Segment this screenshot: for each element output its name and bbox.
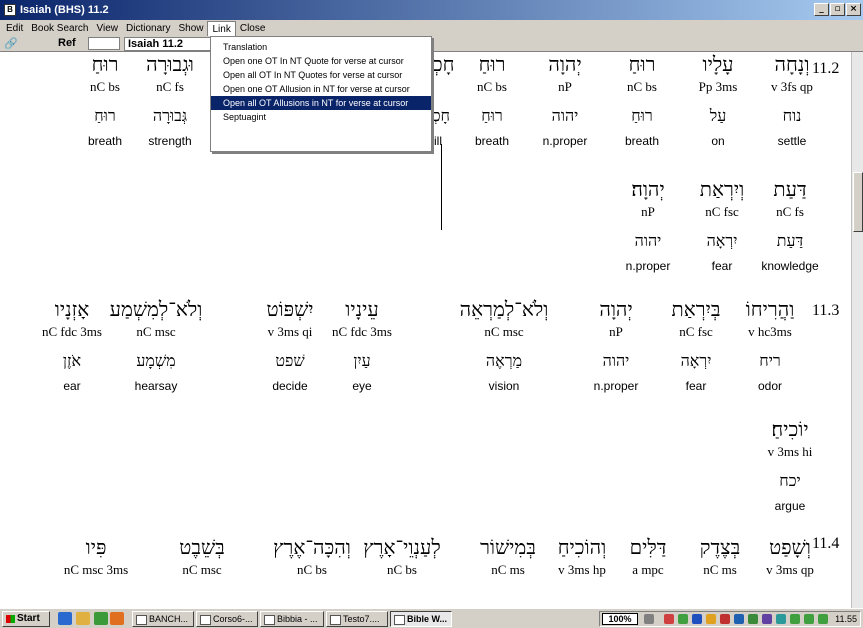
token-gloss[interactable]: breath [55,134,155,148]
menu-bar: Edit Book Search View Dictionary Show Li… [0,20,863,36]
dropdown-item-open-one-quote[interactable]: Open one OT In NT Quote for verse at cur… [211,54,431,68]
task-banch[interactable]: BANCH... [132,611,194,627]
token-morph[interactable]: nC ms [458,562,558,578]
token-heb[interactable]: אָזְנָיו [22,297,122,322]
token-lemma[interactable]: יהוה [566,351,666,371]
token-morph[interactable]: v 3ms hi [740,444,840,460]
token-heb[interactable]: בְּמִישׁוֹר [458,535,558,560]
token-morph[interactable]: nP [598,204,698,220]
link-icon[interactable]: 🔗 [4,37,18,50]
link-menu-dropdown: Translation Open one OT In NT Quote for … [210,36,432,152]
token-morph[interactable]: nC bs [262,562,362,578]
token-heb[interactable]: יוֹכִיחַ׃ [740,417,840,442]
token-gloss[interactable]: ear [22,379,122,393]
menu-edit[interactable]: Edit [2,21,27,36]
token-heb[interactable]: וְהִכָּה־אֶרֶץ [262,535,362,560]
token-gloss[interactable]: argue [740,499,840,513]
vertical-scrollbar[interactable] [851,52,863,608]
token-heb[interactable]: רוּחַ [55,52,155,77]
clock: 11.55 [835,614,857,624]
task-bible-works[interactable]: Bible W... [390,611,452,627]
media-icon[interactable] [110,612,124,625]
token-heb[interactable]: יְהוָה׃ [598,177,698,202]
menu-close[interactable]: Close [236,21,270,36]
token-lemma[interactable]: יהוה [598,231,698,251]
token-gloss[interactable]: vision [454,379,554,393]
token-lemma[interactable]: שׁפט [240,351,340,371]
tray-app-icon-6[interactable] [734,614,744,624]
menu-view[interactable]: View [93,21,123,36]
dropdown-item-open-one-allusion[interactable]: Open one OT Allusion in NT for verse at … [211,82,431,96]
tray-app-icon-8[interactable] [762,614,772,624]
tray-app-icon-12[interactable] [818,614,828,624]
token-gloss[interactable]: n.proper [598,259,698,273]
window-title: Isaiah (BHS) 11.2 [20,4,109,16]
token-heb[interactable]: בְּשֵׁבֶט [152,535,252,560]
ie-icon[interactable] [58,612,72,625]
dropdown-item-translation[interactable]: Translation [211,40,431,54]
network-icon[interactable] [644,614,654,624]
tray-app-icon-5[interactable] [720,614,730,624]
token-morph[interactable]: nC fdc 3ms [22,324,122,340]
dropdown-item-septuagint[interactable]: Septuagint [211,110,431,124]
ref-version-box[interactable] [88,37,120,50]
bible-works-window: B Isaiah (BHS) 11.2 _ ▫ × Edit Book Sear… [0,0,863,628]
tray-app-icon-4[interactable] [706,614,716,624]
token-morph[interactable]: nP [566,324,666,340]
token-heb[interactable]: לְעַנְוֵי־אָרֶץ [352,535,452,560]
token-lemma[interactable]: אֹזֶן [22,351,122,371]
token-morph[interactable]: v 3ms qi [240,324,340,340]
title-bar[interactable]: B Isaiah (BHS) 11.2 _ ▫ × [0,0,863,20]
token-gloss[interactable]: n.proper [566,379,666,393]
start-button[interactable]: Start [2,611,50,627]
token-heb[interactable]: יְהוָה [566,297,666,322]
app-icon: B [4,4,16,16]
tray-app-icon-2[interactable] [678,614,688,624]
reference-input[interactable]: Isaiah 11.2 [124,37,220,51]
token-lemma[interactable]: רוּחַ [55,106,155,126]
dropdown-item-open-all-quotes[interactable]: Open all OT In NT Quotes for verse at cu… [211,68,431,82]
menu-dictionary[interactable]: Dictionary [122,21,174,36]
token-morph[interactable]: nC msc [454,324,554,340]
token-lemma[interactable]: יכח [740,471,840,491]
token-morph[interactable]: nC bs [55,79,155,95]
ref-label: Ref [58,37,76,49]
task-corso6[interactable]: Corso6-... [196,611,258,627]
menu-link[interactable]: Link [207,20,236,36]
zoom-level[interactable]: 100% [602,613,638,625]
minimize-button[interactable]: _ [814,3,829,16]
token-heb[interactable]: יִשְׁפּוֹט [240,297,340,322]
tray-app-icon-1[interactable] [664,614,674,624]
token-morph[interactable]: nC bs [442,79,542,95]
tray-app-icon-10[interactable] [790,614,800,624]
desktop-icon[interactable] [76,612,90,625]
token-heb[interactable]: וְלֹא־לְמַרְאֵה [454,297,554,322]
close-button[interactable]: × [846,3,861,16]
menu-show[interactable]: Show [174,21,207,36]
tray-app-icon-3[interactable] [692,614,702,624]
token-lemma[interactable]: מַרְאֶה [454,351,554,371]
token-heb[interactable]: פִּיו [46,535,146,560]
token-morph[interactable]: nC msc [152,562,252,578]
token-morph[interactable]: nC msc 3ms [46,562,146,578]
system-tray: 100% 11.55 [599,611,861,627]
tray-app-icon-7[interactable] [748,614,758,624]
menu-book-search[interactable]: Book Search [27,21,92,36]
taskbar: Start BANCH... Corso6-... Bibbia - ... T… [0,608,863,628]
tray-app-icon-11[interactable] [804,614,814,624]
outlook-icon[interactable] [94,612,108,625]
tray-app-icon-9[interactable] [776,614,786,624]
token-gloss[interactable]: decide [240,379,340,393]
task-testo7[interactable]: Testo7.... [326,611,388,627]
window-controls: _ ▫ × [814,3,861,16]
text-cursor [441,144,442,230]
token-morph[interactable]: nC bs [352,562,452,578]
maximize-button[interactable]: ▫ [830,3,845,16]
dropdown-item-open-all-allusions[interactable]: Open all OT Allusions in NT for verse at… [211,96,431,110]
task-bibbia[interactable]: Bibbia - ... [260,611,324,627]
scrollbar-thumb[interactable] [853,172,863,232]
